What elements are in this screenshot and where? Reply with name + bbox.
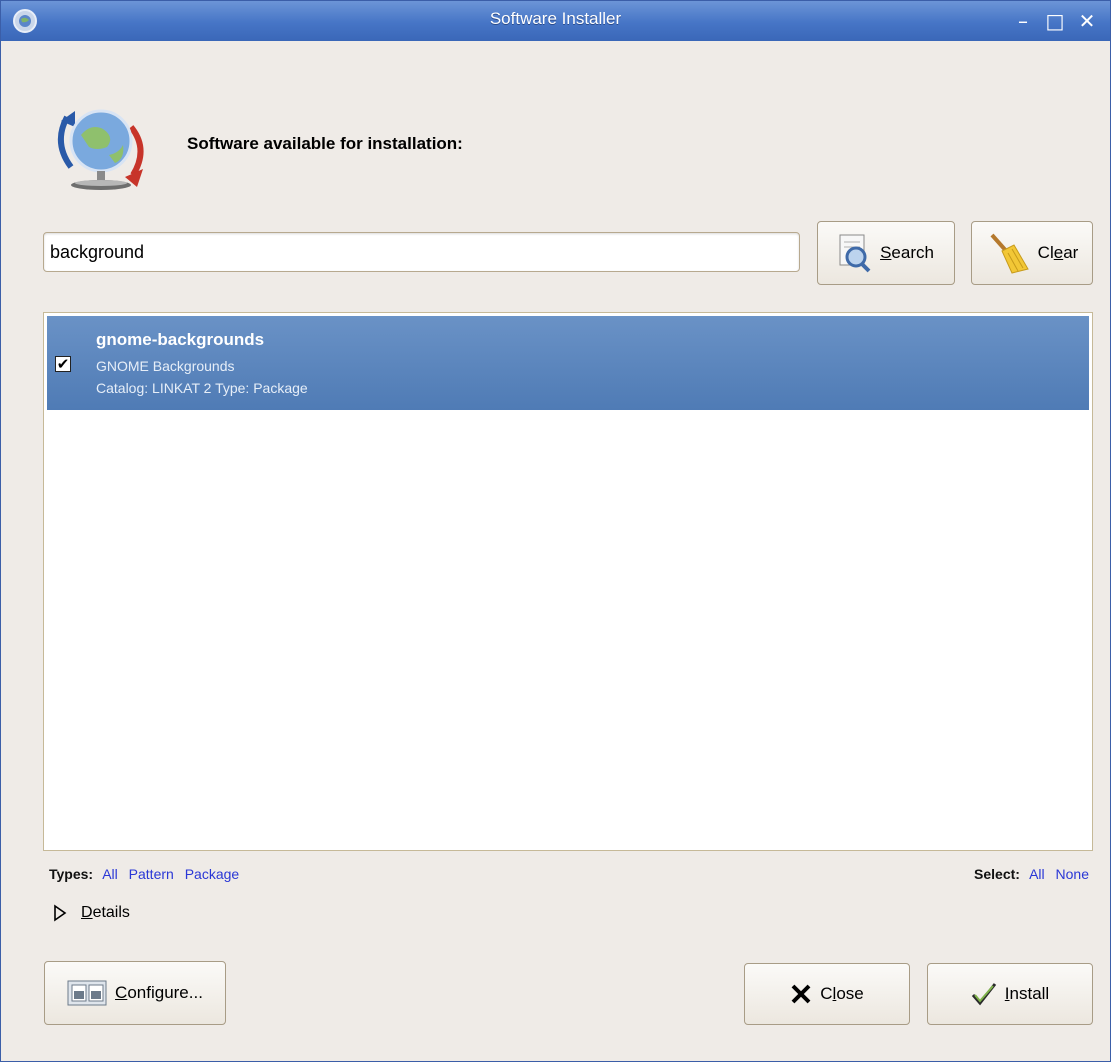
install-checkbox[interactable]: ✔ bbox=[55, 356, 71, 372]
window-title: Software Installer bbox=[489, 9, 622, 28]
checkmark-icon bbox=[971, 983, 996, 1006]
close-x-icon bbox=[791, 984, 811, 1004]
close-button[interactable]: Close bbox=[744, 963, 910, 1025]
minimize-button[interactable]: – bbox=[1011, 9, 1035, 33]
select-none-link[interactable]: None bbox=[1056, 866, 1089, 882]
types-label: Types: bbox=[49, 866, 94, 882]
types-all-link[interactable]: All bbox=[102, 866, 118, 882]
details-expander[interactable]: Details bbox=[53, 904, 130, 922]
select-filter: Select: All None bbox=[974, 866, 1089, 882]
configure-mnemonic: C bbox=[115, 983, 128, 1002]
install-button[interactable]: Install bbox=[927, 963, 1093, 1025]
types-pattern-link[interactable]: Pattern bbox=[129, 866, 174, 882]
package-name: gnome-backgrounds bbox=[96, 330, 265, 349]
page-heading: Software available for installation: bbox=[187, 134, 463, 153]
clear-mnemonic: e bbox=[1053, 243, 1064, 262]
package-description: GNOME Backgrounds bbox=[96, 358, 235, 374]
details-mnemonic: D bbox=[81, 904, 93, 921]
title-bar[interactable]: Software Installer – □ ✕ bbox=[1, 1, 1110, 41]
list-item[interactable]: ✔ gnome-backgrounds GNOME Backgrounds Ca… bbox=[47, 316, 1089, 410]
installer-window: Software Installer – □ ✕ Software availa… bbox=[0, 0, 1111, 1062]
package-meta: Catalog: LINKAT 2 Type: Package bbox=[96, 380, 308, 396]
close-window-button[interactable]: ✕ bbox=[1075, 9, 1099, 33]
software-globe-icon bbox=[58, 109, 144, 190]
maximize-button[interactable]: □ bbox=[1043, 9, 1067, 33]
clear-button[interactable]: Clear bbox=[971, 221, 1093, 285]
search-button[interactable]: Search bbox=[817, 221, 955, 285]
configure-button[interactable]: Configure... bbox=[44, 961, 226, 1025]
expander-triangle-icon bbox=[54, 904, 67, 922]
broom-icon bbox=[990, 233, 1029, 274]
search-mnemonic: S bbox=[880, 243, 892, 262]
select-all-link[interactable]: All bbox=[1029, 866, 1045, 882]
search-input[interactable] bbox=[43, 232, 800, 272]
select-label: Select: bbox=[974, 866, 1020, 882]
magnifier-document-icon bbox=[839, 234, 871, 273]
configure-windows-icon bbox=[67, 980, 107, 1006]
types-filter: Types: All Pattern Package bbox=[49, 866, 239, 882]
types-package-link[interactable]: Package bbox=[185, 866, 239, 882]
results-list[interactable]: ✔ gnome-backgrounds GNOME Backgrounds Ca… bbox=[43, 312, 1093, 851]
